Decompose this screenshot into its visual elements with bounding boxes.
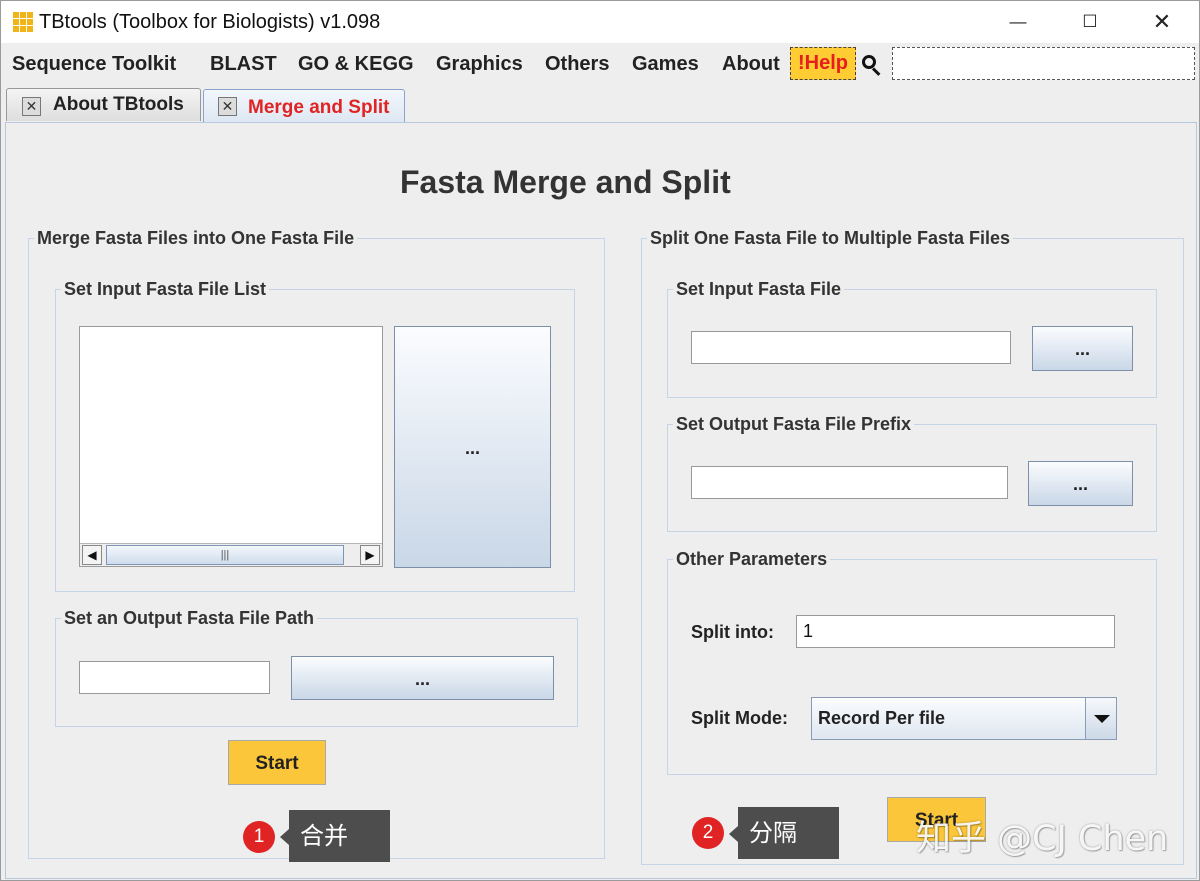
menu-others[interactable]: Others (545, 53, 609, 76)
scroll-thumb[interactable]: ||| (106, 545, 344, 565)
menu-help[interactable]: !Help (790, 47, 856, 80)
browse-input-file-button[interactable]: ... (1032, 326, 1133, 371)
menu-games[interactable]: Games (632, 53, 699, 76)
page-title: Fasta Merge and Split (400, 164, 731, 200)
menu-sequence-toolkit[interactable]: Sequence Toolkit (12, 53, 176, 76)
other-parameters-title: Other Parameters (676, 549, 828, 569)
tab-merge-and-split[interactable]: ✕ Merge and Split (203, 89, 405, 123)
scroll-right-arrow-icon[interactable]: ▶ (360, 545, 380, 565)
menu-go-kegg[interactable]: GO & KEGG (298, 53, 414, 76)
tab-label: About TBtools (53, 94, 184, 115)
annotation-badge-2: 2 (692, 817, 724, 849)
menu-graphics[interactable]: Graphics (436, 53, 523, 76)
input-fasta-file-input[interactable] (691, 331, 1011, 364)
start-merge-button[interactable]: Start (228, 740, 326, 785)
close-button[interactable]: ✕ (1139, 7, 1185, 37)
search-icon[interactable] (862, 55, 882, 76)
split-mode-value: Record Per file (818, 708, 946, 728)
chevron-down-icon[interactable] (1085, 698, 1116, 739)
output-prefix-title: Set Output Fasta File Prefix (676, 414, 912, 434)
output-path-title: Set an Output Fasta File Path (64, 608, 315, 628)
browse-input-list-button[interactable]: ... (394, 326, 551, 568)
browse-output-path-button[interactable]: ... (291, 656, 554, 700)
split-section-title: Split One Fasta File to Multiple Fasta F… (650, 228, 1011, 248)
title-bar[interactable]: TBtools (Toolbox for Biologists) v1.098 … (1, 1, 1199, 43)
tbtools-grid-icon (13, 12, 33, 32)
input-list-title: Set Input Fasta File List (64, 279, 267, 299)
split-into-label: Split into: (691, 622, 774, 642)
split-mode-label: Split Mode: (691, 708, 788, 728)
search-input[interactable] (892, 47, 1195, 80)
annotation-callout-split: 分隔 (729, 807, 839, 859)
menu-blast[interactable]: BLAST (210, 53, 277, 76)
input-file-title: Set Input Fasta File (676, 279, 842, 299)
minimize-button[interactable]: — (995, 7, 1041, 37)
menu-about[interactable]: About (722, 53, 780, 76)
horizontal-scrollbar[interactable]: ◀ ||| ▶ (80, 543, 382, 566)
scroll-left-arrow-icon[interactable]: ◀ (82, 545, 102, 565)
other-parameters-group: Other Parameters (667, 549, 1157, 775)
zhihu-watermark: 知乎 @CJ Chen (916, 819, 1169, 859)
browse-output-prefix-button[interactable]: ... (1028, 461, 1133, 506)
split-mode-select[interactable]: Record Per file (811, 697, 1117, 740)
tab-close-icon[interactable]: ✕ (218, 97, 237, 116)
input-file-list[interactable] (79, 326, 383, 567)
maximize-button[interactable]: ☐ (1067, 7, 1113, 37)
tab-label: Merge and Split (248, 97, 390, 118)
menu-bar: Sequence Toolkit BLAST GO & KEGG Graphic… (1, 43, 1199, 85)
output-path-input[interactable] (79, 661, 270, 694)
window-title: TBtools (Toolbox for Biologists) v1.098 (39, 11, 381, 33)
merge-section-title: Merge Fasta Files into One Fasta File (37, 228, 355, 248)
annotation-badge-1: 1 (243, 821, 275, 853)
tab-about-tbtools[interactable]: ✕ About TBtools (6, 88, 201, 121)
split-into-input[interactable]: 1 (796, 615, 1115, 648)
output-prefix-input[interactable] (691, 466, 1008, 499)
annotation-callout-merge: 合并 (280, 810, 390, 862)
app-window: TBtools (Toolbox for Biologists) v1.098 … (0, 0, 1200, 881)
tab-close-icon[interactable]: ✕ (22, 97, 41, 116)
